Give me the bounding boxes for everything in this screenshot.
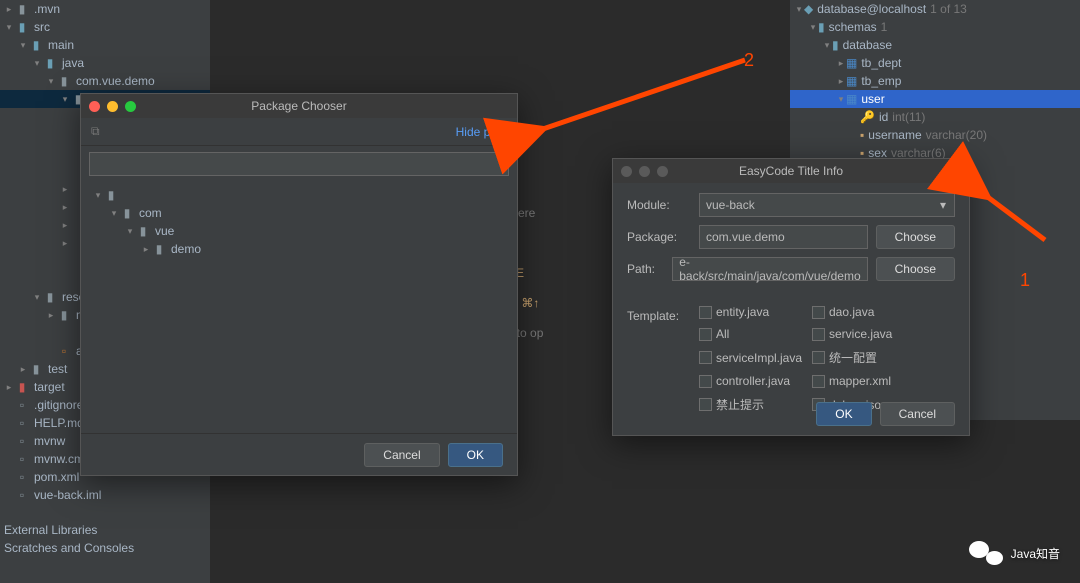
template-checkbox[interactable]: All [699,325,812,343]
package-tree: ▾▮▾▮com▾▮vue▸▮demo [81,182,517,262]
tree-item[interactable]: ▾▮src [0,18,210,36]
db-tree-item[interactable]: 🔑idint(11) [790,108,1080,126]
dialog-titlebar: EasyCode Title Info [613,159,969,183]
cancel-button[interactable]: Cancel [364,443,439,467]
minimize-icon[interactable] [107,101,118,112]
close-icon[interactable] [89,101,100,112]
easycode-dialog: EasyCode Title Info Module: vue-back Pac… [612,158,970,436]
arrow-1 [975,185,1055,245]
package-label: Package: [627,230,699,244]
path-input[interactable]: e-back/src/main/java/com/vue/demo [672,257,867,281]
template-checkbox[interactable]: mapper.xml [812,372,925,390]
tree-item[interactable]: ▾▮java [0,54,210,72]
wechat-icon [969,539,1003,567]
path-label: Path: [627,262,672,276]
package-chooser-dialog: Package Chooser ⧉ Hide path ▾▮▾▮com▾▮vue… [80,93,518,476]
db-tree-item[interactable]: ▪usernamevarchar(20) [790,126,1080,144]
db-tree-item[interactable]: ▸▦tb_dept [790,54,1080,72]
db-tree-item[interactable]: ▾◆database@localhost1 of 13 [790,0,1080,18]
dialog-title: EasyCode Title Info [739,164,843,178]
ok-button[interactable]: OK [816,402,871,426]
hide-path-link[interactable]: Hide path [456,125,507,139]
external-libraries[interactable]: External Libraries [4,523,97,537]
module-label: Module: [627,198,699,212]
db-tree-item[interactable]: ▾▮database [790,36,1080,54]
template-checkbox[interactable]: serviceImpl.java [699,347,812,368]
maximize-icon[interactable] [657,166,668,177]
arrow-2 [525,55,755,145]
watermark: Java知音 [969,539,1060,567]
package-tree-item[interactable]: ▾▮com [89,204,509,222]
tree-item[interactable]: ▫vue-back.iml [0,486,210,504]
tree-item[interactable]: ▸▮.mvn [0,0,210,18]
template-checkbox[interactable]: controller.java [699,372,812,390]
close-icon[interactable] [621,166,632,177]
cancel-button[interactable]: Cancel [880,402,955,426]
dialog-title: Package Chooser [251,99,346,113]
template-checkbox[interactable]: dao.java [812,303,925,321]
template-checkbox[interactable]: entity.java [699,303,812,321]
minimize-icon[interactable] [639,166,650,177]
package-input[interactable]: com.vue.demo [699,225,868,249]
path-input[interactable] [89,152,509,176]
scratches-consoles[interactable]: Scratches and Consoles [4,541,134,555]
annotation-1: 1 [1020,270,1030,291]
template-checkbox[interactable]: 统一配置 [812,347,925,368]
template-label: Template: [627,309,699,323]
dialog-titlebar: Package Chooser [81,94,517,118]
db-tree-item[interactable]: ▾▮schemas1 [790,18,1080,36]
tree-item[interactable]: ▾▮main [0,36,210,54]
tree-item[interactable]: ▾▮com.vue.demo [0,72,210,90]
ok-button[interactable]: OK [448,443,503,467]
annotation-2: 2 [744,50,754,71]
package-tree-item[interactable]: ▾▮vue [89,222,509,240]
template-checkbox[interactable]: service.java [812,325,925,343]
choose-path-button[interactable]: Choose [876,257,955,281]
maximize-icon[interactable] [125,101,136,112]
module-select[interactable]: vue-back [699,193,955,217]
db-tree-item[interactable]: ▾▦user [790,90,1080,108]
watermark-text: Java知音 [1011,545,1060,562]
choose-package-button[interactable]: Choose [876,225,955,249]
db-tree-item[interactable]: ▸▦tb_emp [790,72,1080,90]
dialog-toolbar: ⧉ Hide path [81,118,517,146]
package-tree-item[interactable]: ▾▮ [89,186,509,204]
package-tree-item[interactable]: ▸▮demo [89,240,509,258]
new-folder-icon[interactable]: ⧉ [91,124,100,139]
